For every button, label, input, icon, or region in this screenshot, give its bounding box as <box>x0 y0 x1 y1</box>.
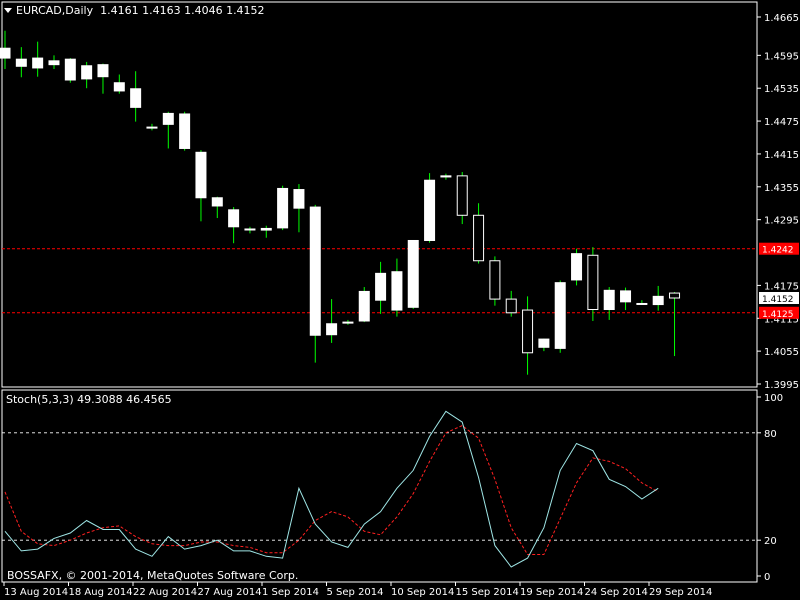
candle-body <box>48 60 60 66</box>
date-axis-label: 18 Aug 2014 <box>69 587 133 598</box>
candle-body <box>440 175 452 178</box>
price-axis-label: 1.4415 <box>764 150 799 161</box>
candle-body <box>456 175 468 216</box>
date-axis-label: 13 Aug 2014 <box>4 587 68 598</box>
date-axis-label: 22 Aug 2014 <box>133 587 197 598</box>
candle-body <box>424 179 436 241</box>
candle-body <box>81 65 93 80</box>
candle-body <box>162 112 174 125</box>
candle-body <box>342 321 354 324</box>
chart-header: EURCAD,Daily 1.4161 1.4163 1.4046 1.4152 <box>4 4 265 17</box>
candle-body <box>179 113 191 149</box>
candle-body <box>538 338 550 348</box>
current-price-label: 1.4152 <box>762 295 794 305</box>
stoch-axis-label: 0 <box>764 572 770 583</box>
candle-body <box>587 254 599 311</box>
candle-body <box>15 58 27 67</box>
dropdown-triangle-icon[interactable] <box>4 8 12 13</box>
stoch-label: Stoch(5,3,3) <box>6 393 74 406</box>
candle-body <box>669 292 681 299</box>
price-axis-label: 1.4055 <box>764 347 799 358</box>
date-axis-label: 19 Sep 2014 <box>520 587 583 598</box>
date-axis-label: 24 Sep 2014 <box>585 587 648 598</box>
date-axis-label: 5 Sep 2014 <box>327 587 384 598</box>
candle-body <box>489 260 501 300</box>
date-axis-label: 1 Sep 2014 <box>262 587 319 598</box>
date-axis-label: 27 Aug 2014 <box>198 587 262 598</box>
candle-body <box>620 290 632 303</box>
candle-body <box>244 228 256 231</box>
candle-body <box>391 271 403 311</box>
candle-body <box>407 239 419 308</box>
candle-body <box>571 253 583 281</box>
price-axis-label: 1.4355 <box>764 183 799 194</box>
candle-body <box>652 295 664 306</box>
candle-body <box>195 151 207 199</box>
candle-body <box>636 302 648 305</box>
price-axis-label: 1.4175 <box>764 281 799 292</box>
candle-body <box>64 58 76 81</box>
price-axis-label: 1.3995 <box>764 380 799 391</box>
date-axis-label: 15 Sep 2014 <box>456 587 519 598</box>
candle-body <box>375 272 387 301</box>
candle-body <box>603 289 615 311</box>
price-axis-label: 1.4295 <box>764 216 799 227</box>
stoch-main-line <box>4 410 659 568</box>
candle-body <box>277 187 289 229</box>
price-axis-label: 1.4595 <box>764 51 799 62</box>
candle-body <box>309 206 321 336</box>
ohlc-values: 1.4161 1.4163 1.4046 1.4152 <box>100 4 265 17</box>
candle-body <box>146 126 158 129</box>
stoch-axis-label: 80 <box>764 429 777 440</box>
stoch-values: 49.3088 46.4565 <box>77 393 172 406</box>
price-axis-label: 1.4475 <box>764 117 799 128</box>
copyright-text: BOSSAFX, © 2001-2014, MetaQuotes Softwar… <box>7 569 299 582</box>
symbol-label: EURCAD,Daily <box>16 4 94 17</box>
stoch-axis-label: 20 <box>764 536 777 547</box>
price-level-label: 1.4125 <box>762 310 794 320</box>
candle-body <box>358 290 370 322</box>
main-panel-frame <box>1 1 758 388</box>
candle-body <box>293 189 305 209</box>
stoch-panel-frame <box>1 389 758 583</box>
stoch-header: Stoch(5,3,3) 49.3088 46.4565 <box>6 393 172 406</box>
date-axis-label: 29 Sep 2014 <box>649 587 712 598</box>
candle-body <box>113 82 125 92</box>
candle-body <box>473 214 485 262</box>
price-axis-label: 1.4665 <box>764 13 799 24</box>
forex-chart: 1.4665 1.4595 1.4535 1.4475 1.4415 1.4355 1.42… <box>0 1 799 598</box>
date-axis-label: 10 Sep 2014 <box>391 587 454 598</box>
candle-body <box>97 64 109 78</box>
candle-body <box>211 197 223 207</box>
candle-body <box>554 282 566 349</box>
price-axis-label: 1.4535 <box>764 84 799 95</box>
candle-body <box>0 47 11 59</box>
candle-body <box>326 323 338 336</box>
candle-body <box>522 309 534 354</box>
candle-body <box>32 57 44 69</box>
price-level-label: 1.4242 <box>762 246 794 256</box>
stoch-axis-label: 100 <box>764 393 783 404</box>
candle-body <box>260 227 272 231</box>
candle-body <box>505 298 517 314</box>
candle-body <box>228 209 240 228</box>
candle-body <box>130 88 142 108</box>
stoch-signal-line <box>4 425 659 555</box>
